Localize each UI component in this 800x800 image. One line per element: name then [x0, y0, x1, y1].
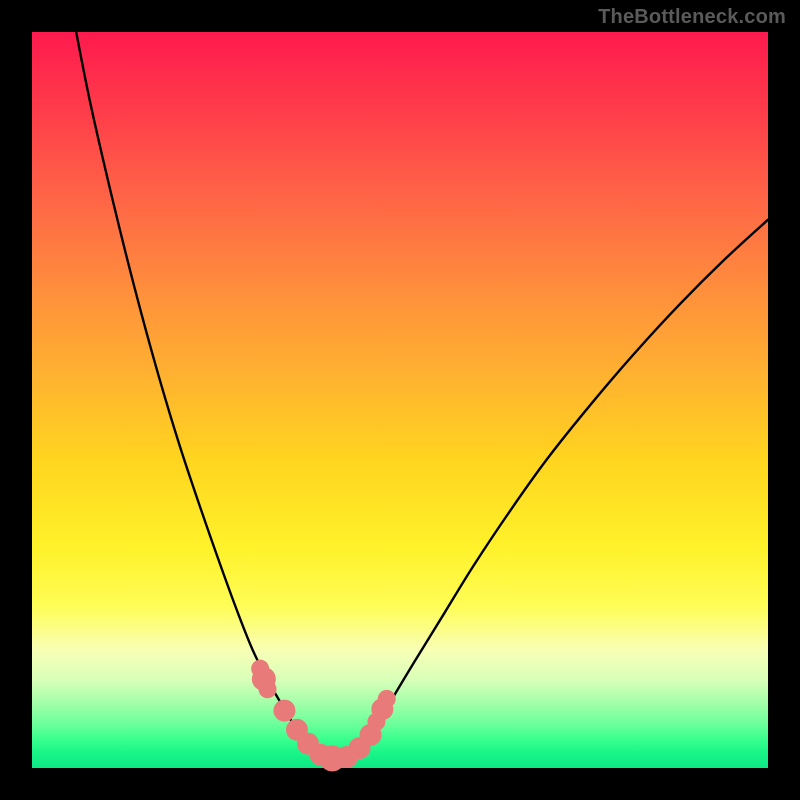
marker-group	[251, 660, 396, 772]
chart-svg	[32, 32, 768, 768]
left-curve	[76, 32, 334, 761]
marker-dot	[259, 680, 277, 698]
right-curve	[348, 220, 768, 761]
marker-dot	[273, 700, 295, 722]
marker-dot	[378, 690, 396, 708]
plot-area	[32, 32, 768, 768]
watermark-label: TheBottleneck.com	[598, 6, 786, 29]
chart-stage: TheBottleneck.com	[0, 0, 800, 800]
